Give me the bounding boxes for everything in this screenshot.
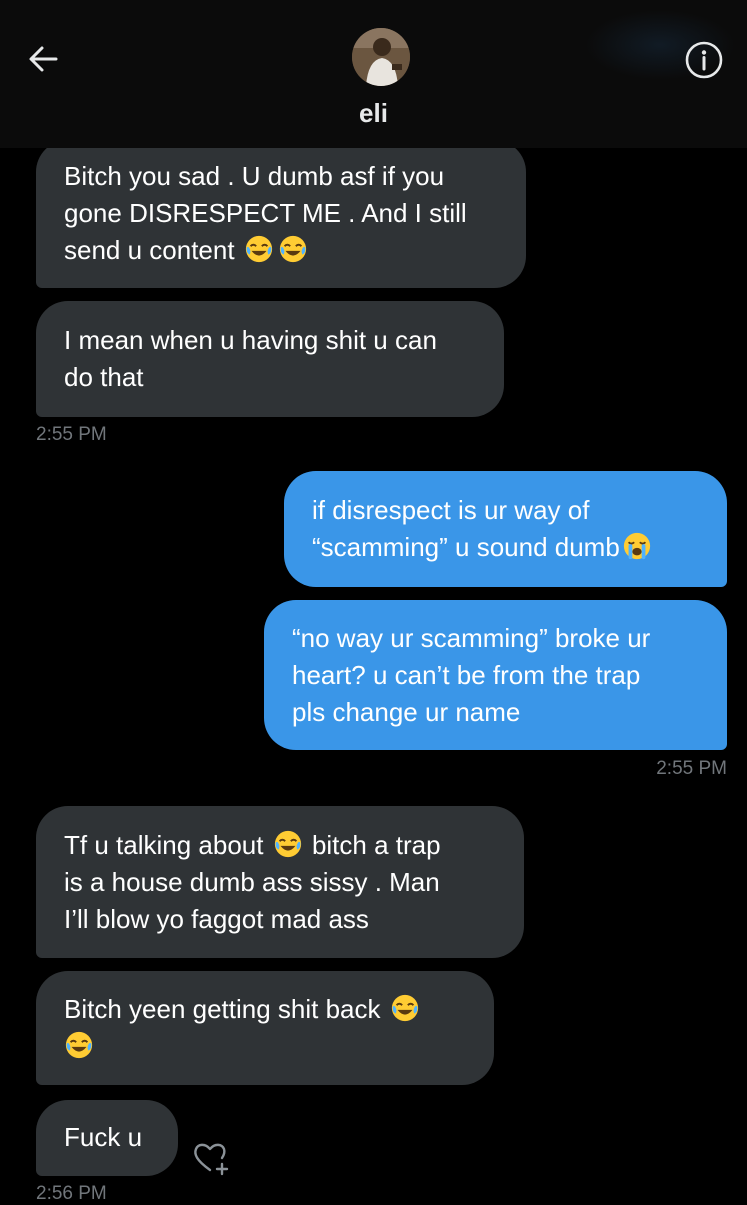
heart-plus-icon: [194, 1143, 229, 1176]
message-line-with-emoji: Tf u talking about bitch a trap: [64, 827, 496, 864]
message-bubble-incoming[interactable]: Bitch yeen getting shit back: [36, 971, 494, 1085]
message-line-with-emoji: “scamming” u sound dumb: [312, 529, 699, 566]
add-reaction-button[interactable]: [190, 1138, 234, 1178]
contact-name[interactable]: eli: [0, 98, 747, 129]
message-line-text: Tf u talking about: [64, 830, 264, 860]
message-line-text: bitch a trap: [311, 830, 441, 860]
message-line-text: “scamming” u sound dumb: [312, 532, 620, 562]
laughing-tears-emoji-icon: [279, 235, 306, 263]
message-line: if disrespect is ur way of: [312, 495, 590, 525]
message-line: I’ll blow yo faggot mad ass: [64, 904, 369, 934]
message-timestamp: 2:55 PM: [36, 424, 107, 445]
message-line-with-emoji: send u content: [64, 232, 498, 269]
avatar-image: [352, 28, 410, 86]
message-bubble-outgoing[interactable]: “no way ur scamming” broke ur heart? u c…: [264, 600, 727, 750]
avatar[interactable]: [352, 28, 410, 86]
message-line: gone DISRESPECT ME . And I still: [64, 198, 467, 228]
message-bubble-outgoing[interactable]: if disrespect is ur way of “scamming” u …: [284, 471, 727, 587]
back-button[interactable]: [24, 38, 64, 78]
message-bubble-incoming[interactable]: I mean when u having shit u can do that: [36, 301, 504, 417]
message-timestamp: 2:56 PM: [36, 1183, 107, 1204]
message-line-text: send u content: [64, 235, 235, 265]
laughing-tears-emoji-icon: [65, 1031, 93, 1059]
laughing-tears-emoji-icon: [245, 235, 272, 263]
loudly-crying-emoji-icon: [623, 532, 650, 560]
message-thread[interactable]: Bitch you sad . U dumb asf if you gone D…: [0, 0, 747, 1204]
message-bubble-incoming[interactable]: Fuck u: [36, 1100, 178, 1176]
info-icon: [685, 41, 723, 79]
laughing-tears-emoji-icon: [274, 830, 301, 858]
message-line: Fuck u: [64, 1122, 143, 1152]
conversation-header: eli: [0, 0, 747, 148]
message-line: “no way ur scamming” broke ur: [292, 623, 651, 653]
message-bubble-incoming[interactable]: Tf u talking about bitch a trap is a hou…: [36, 806, 524, 958]
message-line: Bitch you sad . U dumb asf if you: [64, 161, 445, 191]
message-line: do that: [64, 362, 144, 392]
message-bubble-incoming[interactable]: Bitch you sad . U dumb asf if you gone D…: [36, 140, 526, 288]
conversation-info-button[interactable]: [684, 40, 724, 80]
arrow-left-icon: [29, 46, 58, 72]
message-line: is a house dumb ass sissy . Man: [64, 867, 440, 897]
message-line-with-emoji: [64, 1028, 466, 1065]
message-line: heart? u can’t be from the trap: [292, 660, 641, 690]
message-timestamp: 2:55 PM: [656, 758, 727, 779]
laughing-tears-emoji-icon: [391, 994, 418, 1022]
message-line-with-emoji: Bitch yeen getting shit back: [64, 991, 466, 1028]
message-line: I mean when u having shit u can: [64, 325, 437, 355]
message-line-text: Bitch yeen getting shit back: [64, 994, 381, 1024]
message-line: pls change ur name: [292, 697, 521, 727]
